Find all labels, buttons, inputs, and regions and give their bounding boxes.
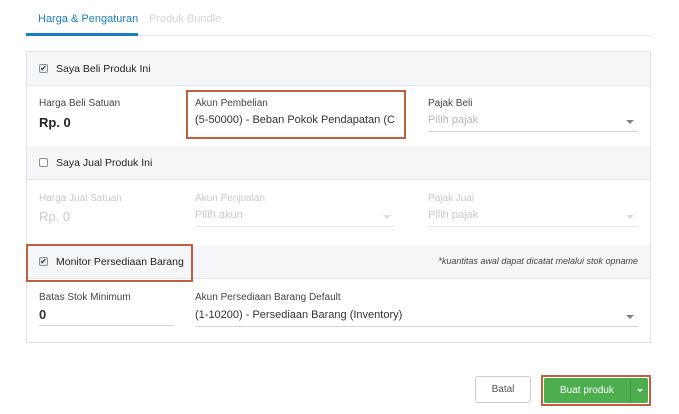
sell-checkbox[interactable] [39, 158, 48, 167]
min-stock-label: Batas Stok Minimum [39, 292, 131, 303]
cancel-button[interactable]: Batal [475, 376, 531, 403]
button-divider [630, 378, 631, 403]
chevron-down-icon [626, 215, 634, 219]
purchase-tax-placeholder: Pilih pajak [428, 114, 479, 126]
buy-price-label: Harga Beli Satuan [39, 98, 121, 109]
sales-tax-label: Pajak Jual [428, 193, 475, 204]
sell-price-input: Rp. 0 [39, 209, 71, 224]
buy-price-input[interactable]: Rp. 0 [39, 115, 71, 130]
tab-bar: Harga & Pengaturan Produk Bundle [26, 0, 651, 36]
create-button-highlight: Buat produk [541, 375, 651, 406]
purchase-tax-select[interactable]: Pilih pajak [428, 112, 638, 132]
create-product-label: Buat produk [560, 385, 614, 396]
buy-checkbox[interactable]: ✔ [39, 64, 48, 73]
min-stock-value: 0 [39, 307, 47, 322]
sales-account-label: Akun Penjualan [195, 193, 266, 204]
active-tab-indicator [26, 33, 138, 36]
inventory-note: *kuantitas awal dapat dicatat melalui st… [438, 256, 638, 266]
create-product-button[interactable]: Buat produk [544, 378, 648, 403]
inventory-account-select[interactable]: (1-10200) - Persediaan Barang (Inventory… [195, 307, 638, 327]
tab-produk-bundle[interactable]: Produk Bundle [149, 13, 221, 25]
sales-tax-select: Pilih pajak [428, 207, 638, 227]
sales-account-placeholder: Pilih akun [195, 209, 243, 221]
inventory-account-label: Akun Persediaan Barang Default [195, 292, 341, 303]
chevron-down-icon[interactable] [637, 389, 643, 392]
purchase-tax-label: Pajak Beli [428, 98, 473, 109]
sell-section-header: Saya Jual Produk Ini [27, 146, 650, 180]
chevron-down-icon [383, 215, 391, 219]
buy-checkbox-label: Saya Beli Produk Ini [56, 63, 151, 75]
min-stock-input[interactable]: 0 [39, 306, 174, 326]
sell-price-label: Harga Jual Satuan [39, 193, 122, 204]
sell-checkbox-label: Saya Jual Produk Ini [56, 157, 153, 169]
sales-account-select: Pilih akun [195, 207, 395, 227]
tab-harga-pengaturan[interactable]: Harga & Pengaturan [38, 13, 138, 25]
chevron-down-icon [626, 120, 634, 124]
inventory-account-value: (1-10200) - Persediaan Barang (Inventory… [195, 309, 403, 321]
chevron-down-icon [626, 315, 634, 319]
purchase-account-highlight [186, 90, 406, 139]
buy-section-header: ✔ Saya Beli Produk Ini [27, 52, 650, 86]
inventory-checkbox-highlight [26, 244, 193, 282]
sales-tax-placeholder: Pilih pajak [428, 209, 479, 221]
